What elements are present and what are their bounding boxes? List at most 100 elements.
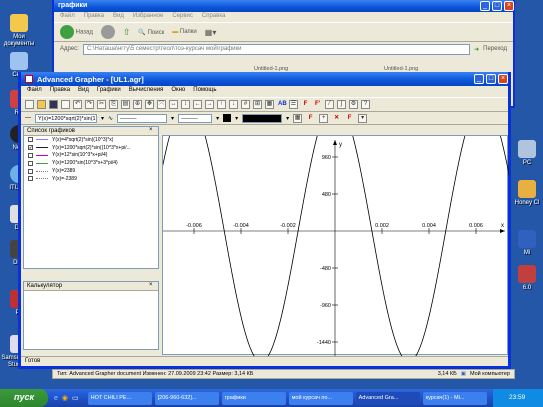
menu-view[interactable]: Вид	[113, 13, 124, 21]
desktop-icon-mi[interactable]: Mi	[512, 230, 542, 257]
cut-icon[interactable]: ✂	[97, 100, 106, 109]
graph-list-item[interactable]: Y(x)=-2389	[24, 175, 158, 183]
table-icon[interactable]: ▦	[265, 100, 274, 109]
graph-checkbox[interactable]: ✔	[28, 145, 33, 151]
graph-list-item[interactable]: ✔ Y(x)=1200*sqrt(2)*sin((10^3*x+pi/...	[24, 144, 158, 152]
copy-icon[interactable]: ⎘	[109, 100, 118, 109]
desktop-icon-pc-right[interactable]: PC	[512, 140, 542, 167]
up-folder-icon[interactable]: ⇧	[123, 27, 131, 38]
chevron-down-icon[interactable]: ▾	[235, 115, 238, 122]
graph-list-icon[interactable]: ☰	[289, 100, 298, 109]
go-arrow-icon[interactable]: ➜	[474, 46, 479, 53]
color-swatch[interactable]	[223, 114, 232, 122]
undo-icon[interactable]: ↶	[73, 100, 82, 109]
desktop-icon-honey[interactable]: Honey Cl	[512, 180, 542, 207]
chevron-down-icon[interactable]: ▾	[216, 115, 219, 122]
graph-checkbox[interactable]	[28, 160, 33, 166]
zoom-icon[interactable]: ⊕	[133, 100, 142, 109]
menu-tools[interactable]: Сервис	[172, 13, 193, 21]
line-style2-select[interactable]: ———	[178, 113, 213, 123]
tangent-icon[interactable]: ⁄	[325, 100, 334, 109]
fit-icon[interactable]: ⤧	[157, 100, 166, 109]
graph-list-item[interactable]: Y(x)=12*sin(10^3*x+pi/4)	[24, 152, 158, 160]
graph-checkbox[interactable]	[28, 168, 33, 174]
taskbar-task[interactable]: мой курсач по...	[288, 391, 353, 405]
arrow-down-icon[interactable]: ↓	[229, 100, 238, 109]
forward-arrow-icon[interactable]	[100, 25, 115, 39]
menu-help[interactable]: Справка	[202, 13, 226, 21]
settings-icon[interactable]: ⚙	[349, 100, 358, 109]
menu-file[interactable]: Файл	[27, 87, 42, 96]
move-icon[interactable]: ✥	[145, 100, 154, 109]
save-icon[interactable]	[49, 100, 58, 109]
menu-graphs[interactable]: Графики	[97, 87, 121, 96]
derivative-icon[interactable]: F'	[313, 100, 322, 109]
address-input[interactable]: C:\Наташа\нгту\5 семестр\теол\тоэ-курсач…	[82, 43, 471, 55]
function2-icon[interactable]: F	[345, 114, 354, 123]
desktop-icon-60[interactable]: 6.0	[512, 265, 542, 292]
taskbar-task[interactable]: [206-960-632]...	[154, 391, 219, 405]
menu-calc[interactable]: Вычисления	[129, 87, 164, 96]
chevron-down-icon[interactable]: ▾	[171, 115, 174, 122]
paste-icon[interactable]: ▤	[121, 100, 130, 109]
taskbar-task[interactable]: HOT CHILI PE...	[87, 391, 152, 405]
maximize-button[interactable]: □	[492, 1, 502, 11]
search-button[interactable]: 🔍 Поиск	[138, 29, 164, 36]
width-select[interactable]	[242, 113, 283, 123]
graph-checkbox[interactable]	[28, 176, 33, 182]
grid-icon[interactable]: #	[241, 100, 250, 109]
coordinates-icon[interactable]: ⊞	[253, 100, 262, 109]
menu-view[interactable]: Вид	[78, 87, 89, 96]
views-button[interactable]: ▦▾	[205, 28, 217, 37]
help-icon[interactable]: ?	[361, 100, 370, 109]
panel-close-icon[interactable]: ×	[149, 282, 153, 288]
chevron-down-icon[interactable]: ▾	[286, 115, 289, 122]
text-icon[interactable]: AB	[277, 100, 287, 109]
calc-icon[interactable]: F	[306, 114, 315, 123]
folders-button[interactable]: ▬ Папки	[172, 29, 197, 35]
zoom-y-icon[interactable]: ↕	[181, 100, 190, 109]
taskbar-task[interactable]: Advanced Gra...	[355, 391, 420, 405]
grapher-window[interactable]: Advanced Grapher - [UL1.agr] _ □ × Файл …	[18, 44, 543, 383]
function-icon[interactable]: F	[301, 100, 310, 109]
graph-list-item[interactable]: Y(x)=2389	[24, 167, 158, 175]
add-icon[interactable]: +	[319, 113, 329, 123]
close-button[interactable]: ×	[498, 74, 508, 84]
start-button[interactable]: пуск	[0, 389, 48, 407]
arrow-up-icon[interactable]: ↑	[217, 100, 226, 109]
line-style-select[interactable]: ———	[117, 113, 168, 123]
curve-style-icon[interactable]: —	[25, 115, 31, 121]
table-view-icon[interactable]: ▦	[293, 113, 303, 123]
menu-window[interactable]: Окно	[171, 87, 185, 96]
quicklaunch-media-icon[interactable]: ◉	[62, 394, 68, 402]
minimize-button[interactable]: _	[474, 74, 484, 84]
arrow-right-icon[interactable]: →	[205, 100, 214, 109]
minimize-button[interactable]: _	[480, 1, 490, 11]
graph-checkbox[interactable]	[28, 152, 33, 158]
open-folder-icon[interactable]	[37, 100, 46, 109]
taskbar-task[interactable]: графики	[221, 391, 286, 405]
plot-area[interactable]: xy-0.008-0.006-0.004-0.0020.0020.0040.00…	[87, 44, 543, 383]
maximize-button[interactable]: □	[486, 74, 496, 84]
new-file-icon[interactable]	[25, 100, 34, 109]
close-button[interactable]: ×	[504, 1, 514, 11]
menu-edit[interactable]: Правка	[50, 87, 70, 96]
arrow-left-icon[interactable]: ←	[193, 100, 202, 109]
menu-help[interactable]: Помощь	[193, 87, 216, 96]
graph-list-item[interactable]: Y(x)=1200*sin(10^3*x+3*pi/4)	[24, 159, 158, 167]
remove-icon[interactable]: ✕	[332, 114, 341, 123]
integral-icon[interactable]: ∫	[337, 100, 346, 109]
quicklaunch-desktop-icon[interactable]: ▭	[72, 394, 79, 402]
menu-favorites[interactable]: Избранное	[133, 13, 163, 21]
desktop-icon-my-documents[interactable]: Мои документы	[2, 14, 36, 48]
menu-edit[interactable]: Правка	[84, 13, 104, 21]
menu-file[interactable]: Файл	[60, 13, 75, 21]
taskbar-task[interactable]: курсач(1) - Mi...	[422, 391, 487, 405]
panel-close-icon[interactable]: ×	[149, 127, 153, 133]
graph-checkbox[interactable]	[28, 137, 33, 143]
chevron-down-icon[interactable]: ▾	[101, 115, 104, 122]
wave-style-icon[interactable]: ∿	[108, 115, 113, 122]
quicklaunch-ie-icon[interactable]: e	[54, 395, 58, 402]
redo-icon[interactable]: ↷	[85, 100, 94, 109]
graph-list-item[interactable]: Y(x)=4*sqrt(2)*sin((10^3)*x)	[24, 136, 158, 144]
